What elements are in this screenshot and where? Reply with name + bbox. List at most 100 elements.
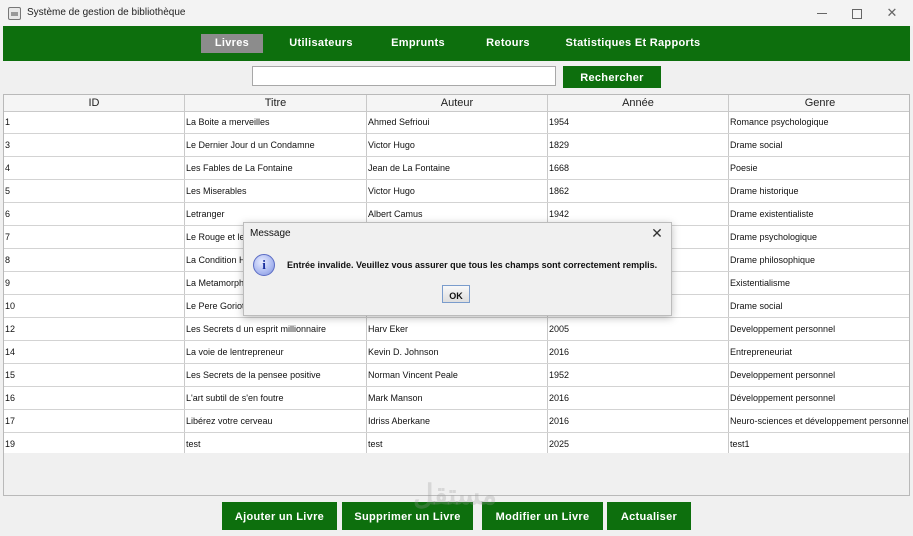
cell-id[interactable]: 5 [4,180,185,202]
cell-auteur[interactable]: Ahmed Sefrioui [367,111,548,133]
table-row[interactable]: 15 Les Secrets de la pensee positive Norma… [4,364,909,387]
cell-annee[interactable]: 1862 [548,180,729,202]
cell-annee[interactable]: 2025 [548,433,729,455]
cell-titre[interactable]: La voie de lentrepreneur [185,341,367,363]
dialog-title: Message [250,228,291,239]
table-row[interactable]: 14 La voie de lentrepreneur Kevin D. Johns… [4,341,909,364]
cell-titre[interactable]: Les Fables de La Fontaine [185,157,367,179]
cell-id[interactable]: 10 [4,295,185,317]
cell-genre[interactable]: Romance psychologique [729,111,909,133]
column-header-id[interactable]: ID [4,95,185,111]
cell-genre[interactable]: Drame philosophique [729,249,909,271]
cell-annee[interactable]: 1954 [548,111,729,133]
cell-genre[interactable]: Drame psychologique [729,226,909,248]
cell-genre[interactable]: Drame existentialiste [729,203,909,225]
nav-retours[interactable]: Retours [483,34,533,53]
column-header-titre[interactable]: Titre [185,95,367,111]
column-header-auteur[interactable]: Auteur [367,95,548,111]
java-app-icon [8,7,21,20]
table-row[interactable]: 5 Les Miserables Victor Hugo 1862 Drame hist… [4,180,909,203]
column-header-annee[interactable]: Année [548,95,729,111]
cell-genre[interactable]: Entrepreneuriat [729,341,909,363]
cell-titre[interactable]: La Boite a merveilles [185,111,367,133]
table-row[interactable]: 4 Les Fables de La Fontaine Jean de La Fon… [4,157,909,180]
cell-genre[interactable]: test1 [729,433,909,455]
minimize-button[interactable] [805,3,839,23]
cell-id[interactable]: 4 [4,157,185,179]
cell-id[interactable]: 19 [4,433,185,455]
maximize-button[interactable] [840,3,874,23]
cell-titre[interactable]: Libérez votre cerveau [185,410,367,432]
cell-id[interactable]: 7 [4,226,185,248]
minimize-icon [817,13,827,15]
cell-id[interactable]: 8 [4,249,185,271]
cell-auteur[interactable]: Harv Eker [367,318,548,340]
close-window-button[interactable]: ✕ [875,3,909,23]
delete-book-button[interactable]: Supprimer un Livre [342,502,473,530]
cell-id[interactable]: 15 [4,364,185,386]
cell-genre[interactable]: Poesie [729,157,909,179]
cell-titre[interactable]: Les Miserables [185,180,367,202]
table-row[interactable]: 1 La Boite a merveilles Ahmed Sefrioui 1954… [4,111,909,134]
nav-utilisateurs[interactable]: Utilisateurs [286,34,356,53]
cell-genre[interactable]: Developpement personnel [729,364,909,386]
cell-id[interactable]: 9 [4,272,185,294]
app-window: Système de gestion de bibliothèque ✕ Liv… [0,0,913,536]
window-title: Système de gestion de bibliothèque [27,7,186,18]
cell-annee[interactable]: 1952 [548,364,729,386]
edit-book-button[interactable]: Modifier un Livre [482,502,603,530]
cell-id[interactable]: 6 [4,203,185,225]
table-row[interactable]: 17 Libérez votre cerveau Idriss Aberkane 20… [4,410,909,433]
cell-annee[interactable]: 2016 [548,341,729,363]
cell-titre[interactable]: L'art subtil de s'en foutre [185,387,367,409]
cell-genre[interactable]: Drame social [729,295,909,317]
search-input[interactable] [252,66,556,86]
refresh-button[interactable]: Actualiser [607,502,691,530]
cell-annee[interactable]: 1668 [548,157,729,179]
cell-id[interactable]: 12 [4,318,185,340]
cell-auteur[interactable]: test [367,433,548,455]
cell-titre[interactable]: Les Secrets d un esprit millionnaire [185,318,367,340]
search-button[interactable]: Rechercher [563,66,661,88]
cell-genre[interactable]: Drame social [729,134,909,156]
ok-button[interactable]: OK [442,285,470,303]
table-row[interactable]: 16 L'art subtil de s'en foutre Mark Manson… [4,387,909,410]
cell-id[interactable]: 14 [4,341,185,363]
column-header-genre[interactable]: Genre [729,95,909,111]
table-row[interactable]: 3 Le Dernier Jour d un Condamne Victor Hug… [4,134,909,157]
cell-auteur[interactable]: Idriss Aberkane [367,410,548,432]
cell-titre[interactable]: test [185,433,367,455]
cell-genre[interactable]: Drame historique [729,180,909,202]
info-icon: i [253,254,275,276]
table-row[interactable]: 12 Les Secrets d un esprit millionnaire Ha… [4,318,909,341]
cell-annee[interactable]: 2016 [548,387,729,409]
cell-auteur[interactable]: Mark Manson [367,387,548,409]
nav-emprunts[interactable]: Emprunts [388,34,448,53]
cell-auteur[interactable]: Victor Hugo [367,180,548,202]
dialog-message: Entrée invalide. Veuillez vous assurer q… [287,260,658,270]
dialog-close-button[interactable]: ✕ [649,224,665,242]
cell-annee[interactable]: 2005 [548,318,729,340]
cell-genre[interactable]: Neuro-sciences et développement personne… [729,410,909,432]
cell-titre[interactable]: Le Dernier Jour d un Condamne [185,134,367,156]
cell-auteur[interactable]: Norman Vincent Peale [367,364,548,386]
add-book-button[interactable]: Ajouter un Livre [222,502,337,530]
action-bar: Ajouter un Livre Supprimer un Livre Modi… [3,496,910,534]
cell-genre[interactable]: Développement personnel [729,387,909,409]
cell-titre[interactable]: Les Secrets de la pensee positive [185,364,367,386]
cell-annee[interactable]: 2016 [548,410,729,432]
nav-statistiques[interactable]: Statistiques Et Rapports [565,34,701,53]
cell-genre[interactable]: Existentialisme [729,272,909,294]
cell-genre[interactable]: Developpement personnel [729,318,909,340]
cell-auteur[interactable]: Victor Hugo [367,134,548,156]
cell-id[interactable]: 3 [4,134,185,156]
cell-auteur[interactable]: Jean de La Fontaine [367,157,548,179]
cell-id[interactable]: 16 [4,387,185,409]
nav-livres[interactable]: Livres [201,34,263,53]
cell-id[interactable]: 17 [4,410,185,432]
message-dialog: Message ✕ i Entrée invalide. Veuillez vo… [243,222,672,316]
cell-annee[interactable]: 1829 [548,134,729,156]
search-bar: Rechercher [3,61,910,93]
cell-id[interactable]: 1 [4,111,185,133]
cell-auteur[interactable]: Kevin D. Johnson [367,341,548,363]
